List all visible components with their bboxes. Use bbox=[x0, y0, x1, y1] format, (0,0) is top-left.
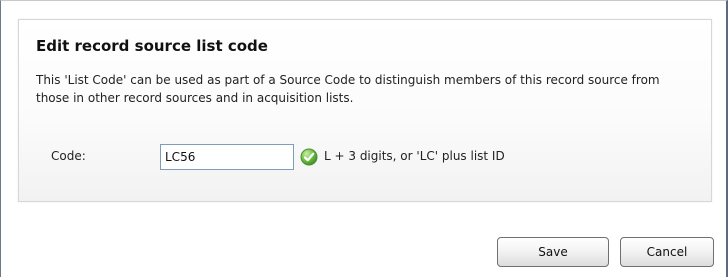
dialog-description: This 'List Code' can be used as part of … bbox=[36, 73, 660, 105]
save-button[interactable]: Save bbox=[497, 237, 609, 267]
code-input[interactable] bbox=[160, 144, 294, 170]
code-format-hint: L + 3 digits, or 'LC' plus list ID bbox=[324, 149, 505, 163]
cancel-button[interactable]: Cancel bbox=[620, 237, 714, 267]
edit-list-code-dialog: Edit record source list code This 'List … bbox=[0, 0, 728, 277]
code-label: Code: bbox=[51, 149, 86, 163]
dialog-title: Edit record source list code bbox=[36, 37, 268, 55]
dialog-content-panel: Edit record source list code This 'List … bbox=[18, 19, 712, 202]
check-circle-icon bbox=[300, 148, 318, 166]
